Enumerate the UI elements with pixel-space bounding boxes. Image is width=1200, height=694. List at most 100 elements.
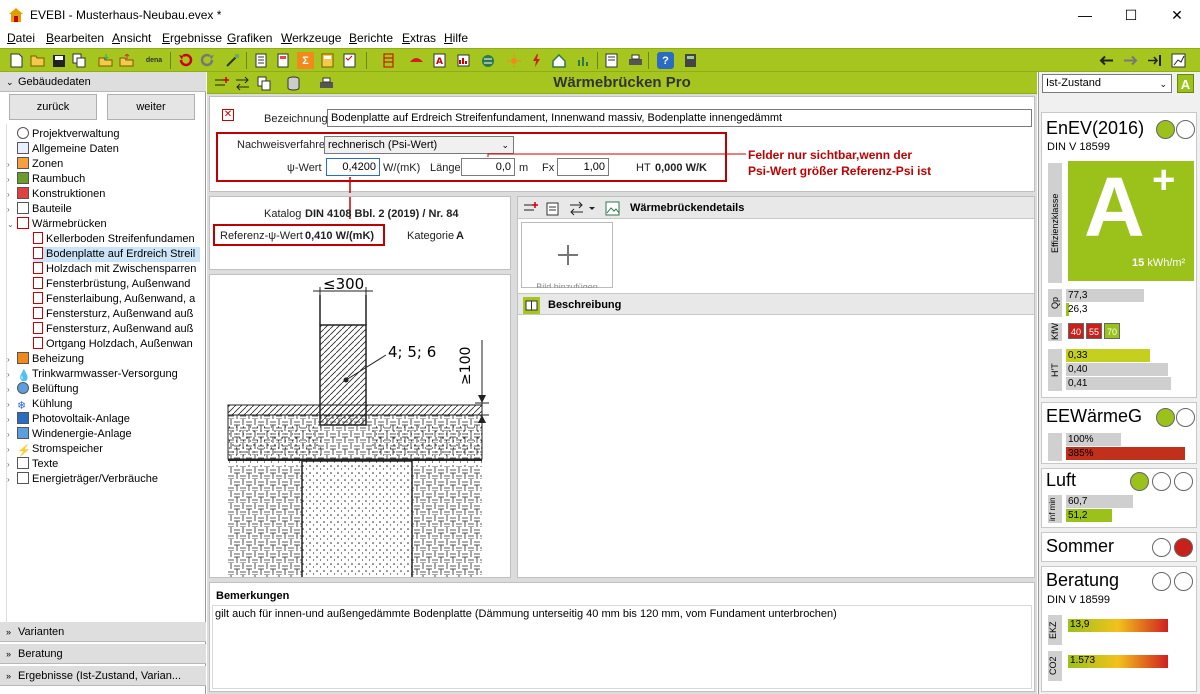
lightning-icon[interactable] bbox=[528, 52, 545, 69]
minimize-button[interactable]: — bbox=[1062, 0, 1108, 30]
checklist-icon[interactable] bbox=[341, 52, 358, 69]
back-button[interactable]: zurück bbox=[9, 94, 97, 120]
toolbar-separator bbox=[246, 52, 247, 69]
menu-hilfe[interactable]: Hilfe bbox=[444, 31, 468, 45]
copy-icon[interactable] bbox=[71, 52, 88, 69]
section-header-ergebnisse[interactable]: » Ergebnisse (Ist-Zustand, Varian... bbox=[0, 666, 206, 686]
psi-input[interactable]: 0,4200 bbox=[326, 158, 380, 176]
tree-item-wb-1[interactable]: Kellerboden Streifenfundamen bbox=[33, 232, 195, 247]
fx-input[interactable]: 1,00 bbox=[557, 158, 609, 176]
house-icon[interactable] bbox=[550, 52, 567, 69]
dimension-top-label: ≤300 bbox=[323, 275, 364, 293]
tree-item-photovoltaik[interactable]: › Photovoltaik-Anlage bbox=[7, 412, 130, 427]
add-detail-icon[interactable] bbox=[522, 200, 539, 217]
ref-psi-label: Referenz-ψ-Wert bbox=[220, 230, 303, 242]
heating-icon[interactable] bbox=[408, 52, 425, 69]
back-arrow-icon[interactable] bbox=[1098, 52, 1115, 69]
snowflake-icon: ❄ bbox=[17, 400, 27, 412]
menu-berichte[interactable]: Berichte bbox=[349, 31, 393, 45]
tree-item-kuehlung[interactable]: › ❄ Kühlung bbox=[7, 397, 72, 412]
next-button[interactable]: weiter bbox=[107, 94, 195, 120]
calculator2-icon[interactable] bbox=[682, 52, 699, 69]
section-header-varianten[interactable]: » Varianten bbox=[0, 622, 206, 642]
add-image-tile[interactable]: Bild hinzufügen bbox=[521, 222, 613, 288]
menu-extras[interactable]: Extras bbox=[402, 31, 436, 45]
undo-icon[interactable] bbox=[177, 52, 194, 69]
status-circle-green bbox=[1130, 472, 1149, 491]
export-icon[interactable] bbox=[118, 52, 135, 69]
help-icon[interactable]: ? bbox=[657, 52, 674, 69]
tree-item-beheizung[interactable]: › Beheizung bbox=[7, 352, 84, 367]
dena-icon[interactable]: dena bbox=[143, 52, 165, 69]
new-file-icon[interactable] bbox=[8, 52, 25, 69]
close-button[interactable]: ✕ bbox=[1154, 0, 1200, 30]
fan-icon bbox=[17, 382, 29, 394]
print-preview-icon[interactable] bbox=[603, 52, 620, 69]
tree-item-projektverwaltung[interactable]: Projektverwaltung bbox=[7, 127, 119, 142]
image-icon[interactable] bbox=[604, 200, 621, 217]
graph-icon[interactable] bbox=[1170, 52, 1187, 69]
calculator-icon[interactable] bbox=[319, 52, 336, 69]
variant-dropdown[interactable]: Ist-Zustand ⌄ bbox=[1042, 74, 1172, 93]
menu-grafiken[interactable]: Grafiken bbox=[227, 31, 272, 45]
tree-item-wb-5[interactable]: Fensterlaibung, Außenwand, a bbox=[33, 292, 195, 307]
psi-label: ψ-Wert bbox=[287, 162, 322, 174]
section-header-gebaeudedaten[interactable]: ⌄ Gebäudedaten bbox=[0, 72, 206, 92]
building-element-icon[interactable] bbox=[380, 52, 397, 69]
tree-item-konstruktionen[interactable]: › Konstruktionen bbox=[7, 187, 105, 202]
sun-icon[interactable] bbox=[505, 52, 522, 69]
tree-item-energietraeger[interactable]: › Energieträger/Verbräuche bbox=[7, 472, 158, 487]
tree-item-wb-2-selected[interactable]: Bodenplatte auf Erdreich Streil bbox=[33, 247, 200, 262]
save-icon[interactable] bbox=[50, 52, 67, 69]
delete-icon[interactable]: ✕ bbox=[222, 109, 234, 121]
section-header-beratung[interactable]: » Beratung bbox=[0, 644, 206, 664]
menu-werkzeuge[interactable]: Werkzeuge bbox=[281, 31, 341, 45]
report-icon[interactable] bbox=[274, 52, 291, 69]
nachweisverfahren-select[interactable]: rechnerisch (Psi-Wert) ⌄ bbox=[324, 136, 514, 154]
paste-icon[interactable] bbox=[544, 200, 561, 217]
tree-item-allgemeine-daten[interactable]: Allgemeine Daten bbox=[7, 142, 119, 157]
print-icon[interactable] bbox=[627, 52, 644, 69]
menu-ergebnisse[interactable]: Ergebnisse bbox=[162, 31, 222, 45]
menu-ansicht[interactable]: Ansicht bbox=[112, 31, 151, 45]
energy-pass-icon[interactable]: A bbox=[431, 52, 448, 69]
laenge-input[interactable]: 0,0 bbox=[461, 158, 515, 176]
tree-item-zonen[interactable]: › Zonen bbox=[7, 157, 63, 172]
globe-icon[interactable] bbox=[479, 52, 496, 69]
open-folder-icon[interactable] bbox=[29, 52, 46, 69]
energy-class-badge[interactable]: A bbox=[1177, 74, 1194, 93]
redo-icon[interactable] bbox=[199, 52, 216, 69]
catalog-panel: Katalog DIN 4108 Bbl. 2 (2019) / Nr. 84 … bbox=[209, 196, 511, 270]
goto-icon[interactable] bbox=[1146, 52, 1163, 69]
forward-arrow-icon[interactable] bbox=[1122, 52, 1139, 69]
tree-item-wb-4[interactable]: Fensterbrüstung, Außenwand bbox=[33, 277, 190, 292]
tree-item-trinkwarmwasser[interactable]: › 💧Trinkwarmwasser-Versorgung bbox=[7, 367, 178, 382]
tree-item-wb-3[interactable]: Holzdach mit Zwischensparren bbox=[33, 262, 196, 277]
solar-panel-icon bbox=[17, 412, 29, 424]
tree-item-texte[interactable]: › Texte bbox=[7, 457, 58, 472]
book-icon bbox=[523, 297, 540, 314]
tree-item-wb-6[interactable]: Fenstersturz, Außenwand auß bbox=[33, 307, 193, 322]
maximize-button[interactable]: ☐ bbox=[1108, 0, 1154, 30]
tree-item-waermebruecken[interactable]: ⌄ Wärmebrücken bbox=[7, 217, 107, 232]
tree-item-wb-7[interactable]: Fenstersturz, Außenwand auß bbox=[33, 322, 193, 337]
status-circle-empty bbox=[1176, 408, 1195, 427]
chart-edit-icon[interactable] bbox=[224, 52, 241, 69]
sum-icon[interactable]: Σ bbox=[297, 52, 314, 69]
document-icon[interactable] bbox=[252, 52, 269, 69]
chart-icon[interactable] bbox=[455, 52, 472, 69]
menu-datei[interactable]: Datei bbox=[7, 31, 35, 45]
menu-bearbeiten[interactable]: Bearbeiten bbox=[46, 31, 104, 45]
tree-item-stromspeicher[interactable]: › ⚡Stromspeicher bbox=[7, 442, 103, 457]
thermal-bridge-icon bbox=[33, 277, 43, 289]
statistics-icon[interactable] bbox=[575, 52, 592, 69]
tree-item-belueftung[interactable]: › Belüftung bbox=[7, 382, 78, 397]
bezeichnung-input[interactable]: Bodenplatte auf Erdreich Streifenfundame… bbox=[327, 109, 1032, 127]
tree-item-windenergie[interactable]: › Windenergie-Anlage bbox=[7, 427, 132, 442]
tree-item-raumbuch[interactable]: › Raumbuch bbox=[7, 172, 85, 187]
import-icon[interactable] bbox=[97, 52, 114, 69]
bemerkungen-textarea[interactable]: gilt auch für innen-und außengedämmte Bo… bbox=[212, 605, 1032, 689]
tree-item-bauteile[interactable]: › Bauteile bbox=[7, 202, 72, 217]
swap-dropdown-icon[interactable] bbox=[568, 200, 598, 217]
tree-item-wb-8[interactable]: Ortgang Holzdach, Außenwan bbox=[33, 337, 193, 352]
